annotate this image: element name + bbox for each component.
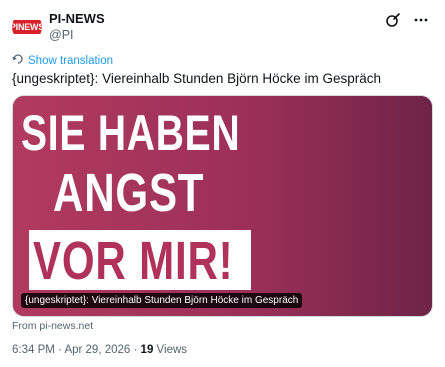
- meta-separator: ·: [58, 344, 62, 356]
- views-label: Views: [156, 344, 188, 356]
- account-names: PI-NEWS @PI: [49, 11, 105, 43]
- headline-line3: VOR MIR!: [33, 231, 234, 291]
- header-actions: [385, 12, 429, 28]
- tweet-text: {ungeskriptet}: Viereinhalb Stunden Björ…: [12, 71, 381, 86]
- show-translation-link[interactable]: Show translation: [12, 52, 113, 70]
- grok-icon[interactable]: [385, 12, 401, 28]
- pinews-logo: PINEWS: [12, 20, 42, 34]
- translate-icon: [12, 52, 24, 70]
- media-caption: {ungeskriptet}: Viereinhalb Stunden Björ…: [21, 293, 303, 308]
- views-count: 19: [140, 344, 154, 356]
- tweet-date[interactable]: Apr 29, 2026: [64, 344, 130, 356]
- tweet-meta: 6:34 PM · Apr 29, 2026 · 19 Views: [12, 344, 187, 356]
- account-handle[interactable]: @PI: [49, 27, 105, 43]
- tweet-time[interactable]: 6:34 PM: [12, 344, 55, 356]
- source-link[interactable]: From pi-news.net: [12, 320, 93, 332]
- headline-line2: ANGST: [53, 163, 205, 223]
- display-name[interactable]: PI-NEWS: [49, 11, 105, 27]
- avatar[interactable]: PINEWS: [12, 12, 42, 42]
- show-translation-label[interactable]: Show translation: [28, 55, 113, 67]
- meta-separator: ·: [133, 344, 138, 356]
- headline-line1: SIE HABEN: [21, 105, 241, 161]
- media-card[interactable]: SIE HABEN ANGST VOR MIR! {ungeskriptet}:…: [12, 95, 433, 317]
- tweet-header: PINEWS PI-NEWS @PI: [12, 10, 433, 44]
- more-options-icon[interactable]: [413, 12, 429, 28]
